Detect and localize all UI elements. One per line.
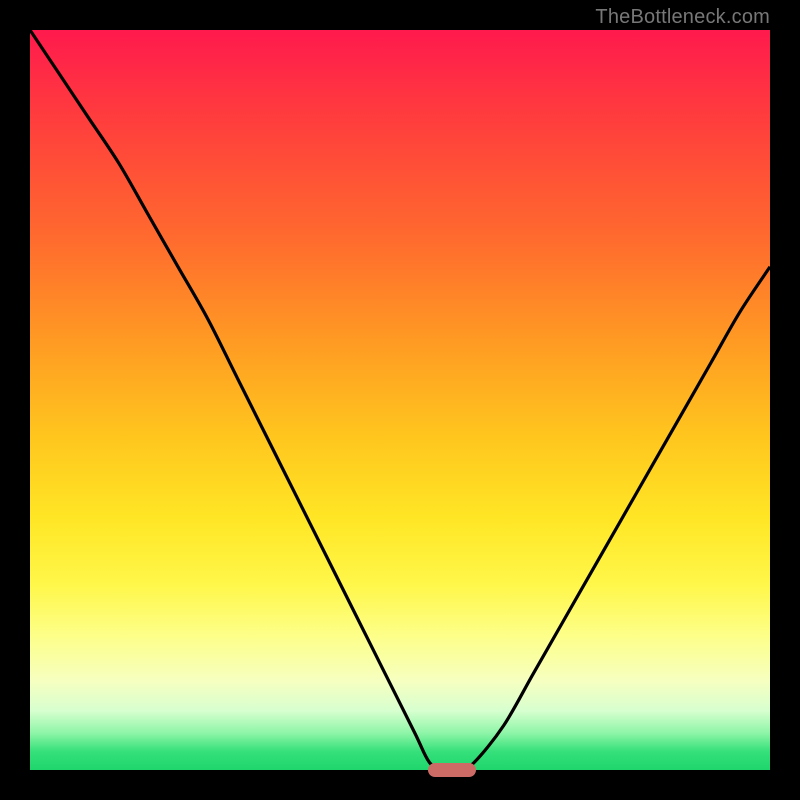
attribution-text: TheBottleneck.com (595, 6, 770, 29)
optimal-point-marker (428, 763, 476, 777)
bottleneck-curve (30, 30, 770, 770)
chart-frame: TheBottleneck.com (0, 0, 800, 800)
plot-area (30, 30, 770, 770)
curve-path (30, 30, 770, 771)
